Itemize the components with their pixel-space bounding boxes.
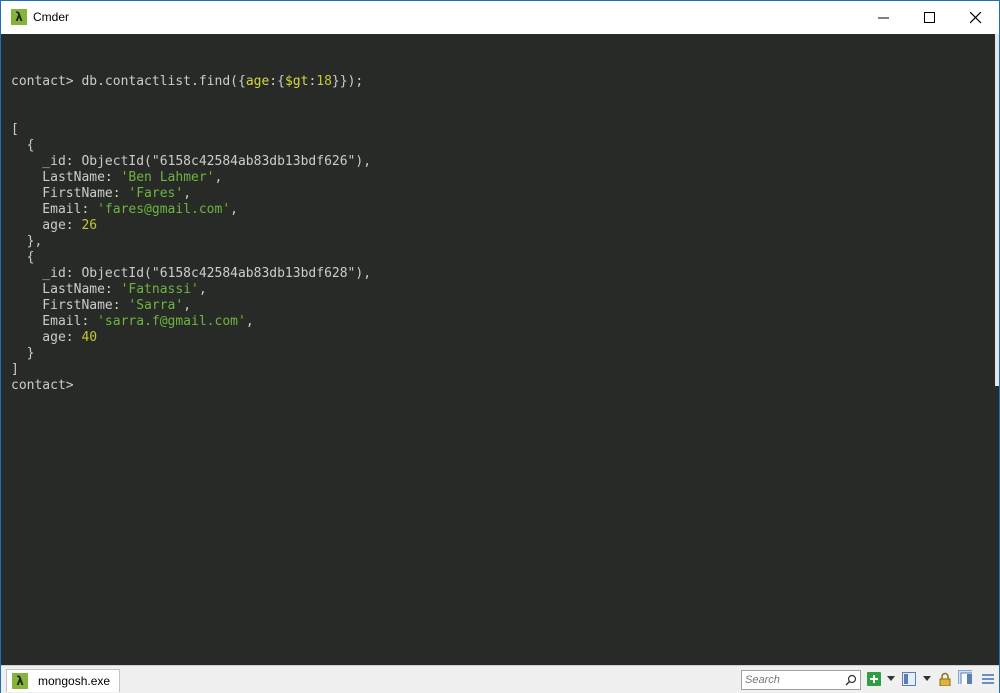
close-button[interactable] <box>953 1 999 34</box>
title-bar[interactable]: λ Cmder <box>1 1 999 34</box>
terminal-line: { <box>11 138 371 154</box>
terminal-line: Email: 'sarra.f@gmail.com', <box>11 314 371 330</box>
terminal-segment: , <box>183 298 192 313</box>
terminal-segment: { <box>11 250 35 265</box>
layout-icon[interactable] <box>902 672 916 686</box>
terminal-segment: , <box>183 186 192 201</box>
terminal-line: age: 40 <box>11 330 371 346</box>
lambda-icon: λ <box>12 673 28 689</box>
terminal-segment: LastName: <box>11 170 121 185</box>
terminal-segment: contact> <box>11 378 82 393</box>
terminal-segment: , <box>230 202 238 217</box>
terminal-segment: :{ <box>269 74 285 89</box>
terminal-segment: FirstName: <box>11 298 129 313</box>
terminal-segment: age: <box>11 330 82 345</box>
lambda-icon[interactable]: λ <box>11 9 27 25</box>
terminal-segment: age: <box>11 218 82 233</box>
search-input[interactable] <box>745 672 841 687</box>
terminal-line: FirstName: 'Sarra', <box>11 298 371 314</box>
terminal-line: _id: ObjectId("6158c42584ab83db13bdf626"… <box>11 154 371 170</box>
terminal-segment: , <box>245 314 254 329</box>
status-bar: λ mongosh.exe <box>1 665 999 693</box>
terminal-line: }, <box>11 234 371 250</box>
terminal-segment: , <box>198 282 207 297</box>
terminal-segment: contact> db.contactlist.find({ <box>11 74 246 89</box>
terminal-segment: [ <box>11 122 19 137</box>
add-tab-icon[interactable] <box>867 672 881 686</box>
terminal-segment: $gt <box>284 74 309 89</box>
search-icon[interactable] <box>845 674 857 686</box>
terminal-segment: Email: <box>11 314 98 329</box>
scrollbar[interactable] <box>995 34 999 386</box>
split-view-icon[interactable] <box>958 670 972 684</box>
search-box[interactable] <box>741 670 861 690</box>
terminal-segment: ] <box>11 362 19 377</box>
terminal-segment: }, <box>11 234 43 249</box>
terminal-line: } <box>11 346 371 362</box>
terminal-line: LastName: 'Ben Lahmer', <box>11 170 371 186</box>
terminal-segment: , <box>214 170 223 185</box>
maximize-button[interactable] <box>907 1 953 34</box>
add-tab-dropdown-icon[interactable] <box>887 676 895 681</box>
terminal-segment: LastName: <box>11 282 121 297</box>
terminal-segment: }}); <box>331 74 364 89</box>
terminal-segment: 'Fatnassi' <box>120 282 199 297</box>
terminal-segment: age <box>245 74 270 89</box>
terminal-line: { <box>11 250 371 266</box>
terminal-segment: _id: ObjectId("6158c42584ab83db13bdf626"… <box>11 154 372 169</box>
minimize-button[interactable] <box>861 1 907 34</box>
menu-icon[interactable] <box>981 672 995 686</box>
command-line: contact> db.contactlist.find({age:{$gt:1… <box>11 74 371 90</box>
terminal-segment: 18 <box>316 74 332 89</box>
terminal-segment: } <box>11 346 35 361</box>
terminal-segment: 'Fares' <box>128 186 184 201</box>
tab-label: mongosh.exe <box>38 674 111 688</box>
terminal-segment: 26 <box>81 218 98 233</box>
terminal-line: ] <box>11 362 371 378</box>
minimize-icon <box>878 17 889 19</box>
terminal-segment: 'Sarra' <box>128 298 184 313</box>
terminal-line: [ <box>11 122 371 138</box>
terminal-line: _id: ObjectId("6158c42584ab83db13bdf628"… <box>11 266 371 282</box>
terminal-segment: Email: <box>11 202 98 217</box>
terminal-line: FirstName: 'Fares', <box>11 186 371 202</box>
terminal-segment: 'sarra.f@gmail.com' <box>97 314 246 329</box>
terminal-segment: 'Ben Lahmer' <box>120 170 215 185</box>
terminal-segment: 40 <box>81 330 98 345</box>
terminal-segment: 'fares@gmail.com' <box>97 202 231 217</box>
layout-dropdown-icon[interactable] <box>923 676 931 681</box>
maximize-icon <box>924 12 935 23</box>
terminal-segment: { <box>11 138 35 153</box>
terminal-line: LastName: 'Fatnassi', <box>11 282 371 298</box>
terminal-segment: _id: ObjectId("6158c42584ab83db13bdf628"… <box>11 266 372 281</box>
terminal-segment: FirstName: <box>11 186 129 201</box>
terminal-text: contact> db.contactlist.find({age:{$gt:1… <box>11 42 371 394</box>
terminal-line: age: 26 <box>11 218 371 234</box>
lock-icon[interactable] <box>938 672 952 686</box>
tab-mongosh[interactable]: λ mongosh.exe <box>6 669 120 692</box>
window-title: Cmder <box>33 10 70 24</box>
close-icon <box>970 12 982 24</box>
terminal-line: contact> <box>11 378 371 394</box>
terminal-line: Email: 'fares@gmail.com', <box>11 202 371 218</box>
cmder-window: λ Cmder contact> db.contactlist.find({ag… <box>0 0 1000 693</box>
terminal-output[interactable]: contact> db.contactlist.find({age:{$gt:1… <box>1 34 999 665</box>
